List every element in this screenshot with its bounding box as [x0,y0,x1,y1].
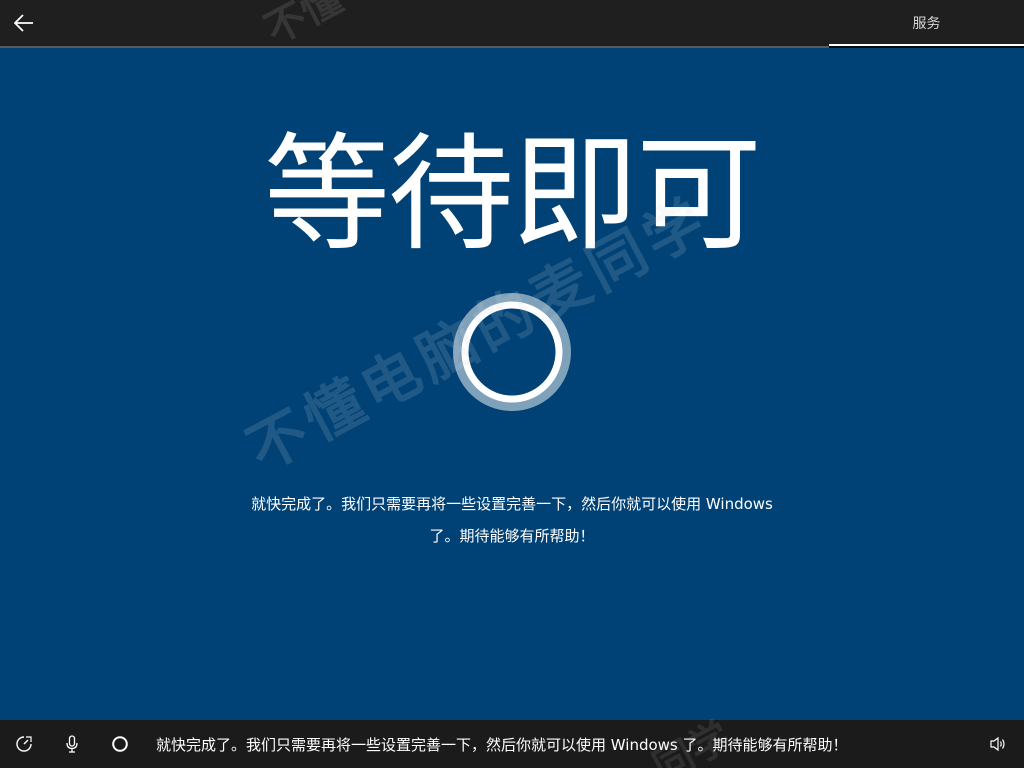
microphone-icon [66,735,78,753]
tab-underline [829,44,1024,46]
status-message-line-2: 了。期待能够有所帮助！ [429,527,595,545]
volume-button[interactable] [974,720,1022,768]
bottom-bar: 就快完成了。我们只需要再将一些设置完善一下，然后你就可以使用 Windows 了… [0,713,1024,768]
top-bar: 不懂 服务 [0,0,1024,54]
tab-services[interactable]: 服务 [829,0,1024,46]
arrow-left-icon [14,14,33,32]
cortana-caption: 就快完成了。我们只需要再将一些设置完善一下，然后你就可以使用 Windows 了… [156,736,848,754]
status-message-line-1: 就快完成了。我们只需要再将一些设置完善一下，然后你就可以使用 Windows [251,495,773,513]
oobe-screen: 不懂 服务 等待即可 不懂电脑的麦同学 就快完成了。我们只需要再将一些设置完善一… [0,0,1024,768]
back-button[interactable] [0,0,48,46]
loading-ring-icon [453,293,571,411]
microphone-button[interactable] [48,720,96,768]
ease-of-access-icon [16,736,32,752]
ease-of-access-button[interactable] [0,720,48,768]
volume-icon [990,736,1005,752]
main-panel: 等待即可 不懂电脑的麦同学 就快完成了。我们只需要再将一些设置完善一下，然后你就… [0,48,1024,720]
cortana-ring-icon [112,736,128,752]
page-title: 等待即可 [264,121,762,268]
cortana-button[interactable] [96,720,144,768]
tab-services-label: 服务 [912,16,941,32]
status-message: 就快完成了。我们只需要再将一些设置完善一下，然后你就可以使用 Windows 了… [212,488,812,552]
